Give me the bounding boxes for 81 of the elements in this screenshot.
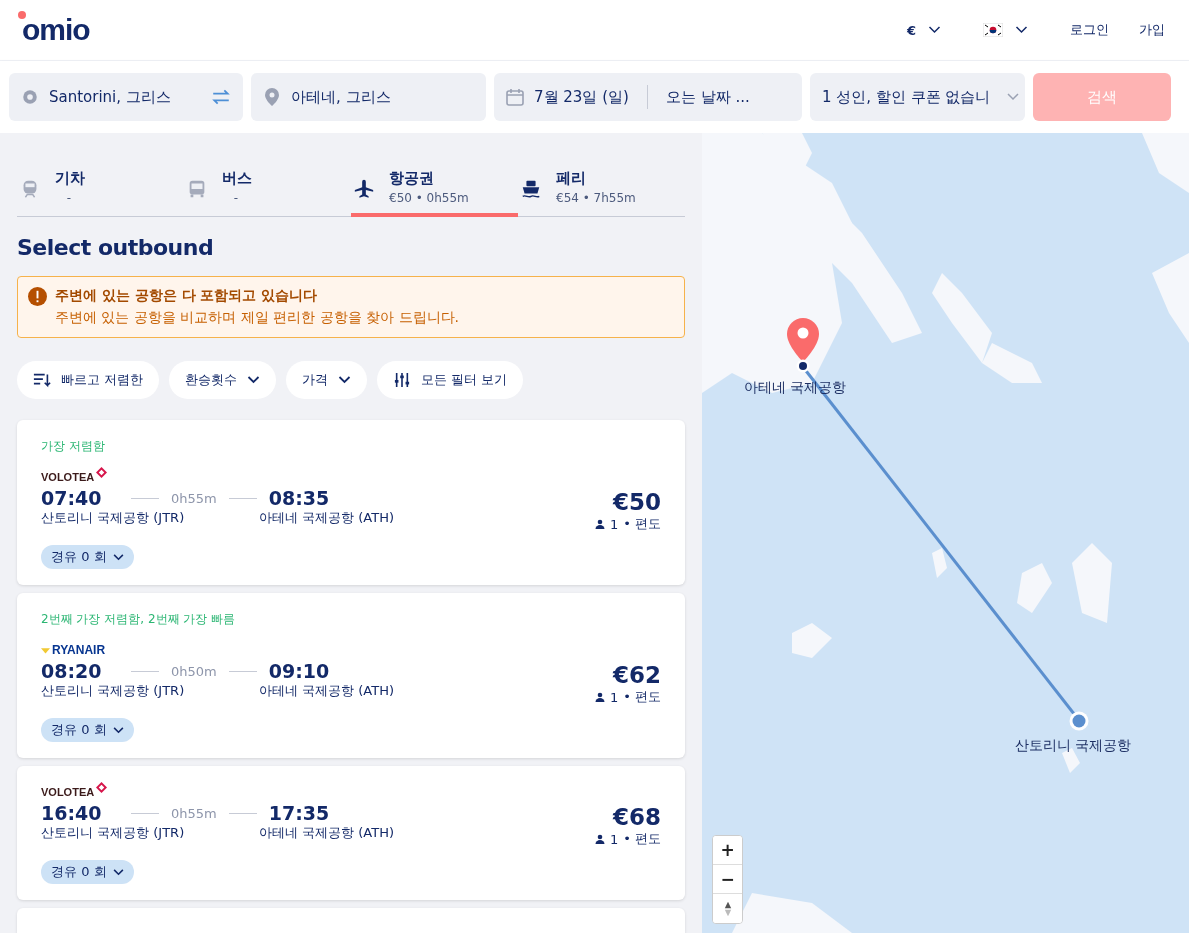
chevron-down-icon <box>1015 26 1028 34</box>
price: €50 <box>613 489 661 515</box>
passenger-count: 1 <box>609 831 619 847</box>
price: €62 <box>613 662 661 688</box>
warning-icon <box>28 287 47 306</box>
arrival-airport: 아테네 국제공항 (ATH) <box>259 824 395 842</box>
filter-button[interactable]: 가격 <box>286 361 368 399</box>
currency-selector[interactable]: € <box>906 22 941 38</box>
destination-field[interactable]: 아테네, 그리스 <box>251 73 486 121</box>
chevron-down-icon <box>247 376 261 384</box>
trip-type: • 편도 <box>623 688 661 706</box>
flight-duration: 0h50m <box>171 663 217 679</box>
stops-button[interactable]: 경유 0 회 <box>41 718 134 742</box>
airline-logo: RYANAIR <box>41 642 106 658</box>
flight-tag: 2번째 가장 저렴함, 2번째 가장 빠름 <box>41 611 236 628</box>
arrival-airport: 아테네 국제공항 (ATH) <box>259 509 395 527</box>
chevron-down-icon <box>112 868 124 876</box>
map-pin-icon <box>263 88 281 106</box>
departure-airport: 산토리니 국제공항 (JTR) <box>41 682 186 700</box>
passenger-count: 1 <box>609 516 619 532</box>
swap-icon[interactable] <box>211 88 231 106</box>
transport-tab[interactable]: 기차 - <box>17 167 184 217</box>
transport-tab[interactable]: 항공권 €50 • 0h55m <box>351 167 518 217</box>
flight-card[interactable]: 2번째 가장 저렴함, 2번째 가장 빠름 RYANAIR 08:20 0h50m 09:10 산토리니 국제공항 (JTR) 아테네 국제공항 (ATH) €62 1 • 편도 경유 0 회 <box>17 593 685 758</box>
filter-button[interactable]: 모든 필터 보기 <box>377 361 524 399</box>
transport-tab[interactable]: 페리 €54 • 7h55m <box>518 167 685 217</box>
trip-type: • 편도 <box>623 515 661 533</box>
airline-logo: VOLOTEA <box>41 784 108 800</box>
date-field[interactable]: 7월 23일 (일) 오는 날짜 ... <box>494 73 802 121</box>
arrival-time: 17:35 <box>268 802 331 824</box>
airline-logo: VOLOTEA <box>41 469 108 485</box>
notice-text: 주변에 있는 공항을 비교하며 제일 편리한 공항을 찾아 드립니다. <box>55 309 460 327</box>
chevron-down-icon <box>1007 93 1019 101</box>
location-dot-icon <box>21 88 39 106</box>
arrival-time: 09:10 <box>268 660 331 682</box>
calendar-icon <box>506 88 524 106</box>
trip-type: • 편도 <box>623 830 661 848</box>
airport-marker-icon <box>1069 711 1089 731</box>
origin-field[interactable]: Santorini, 그리스 <box>9 73 243 121</box>
departure-airport: 산토리니 국제공항 (JTR) <box>41 824 186 842</box>
header-link[interactable]: 로그인 <box>1070 21 1109 39</box>
flight-tag: 가장 저렴함 <box>41 438 105 455</box>
compass-icon <box>723 900 732 917</box>
passengers-field[interactable]: 1 성인, 할인 쿠폰 없습니 <box>810 73 1025 121</box>
sort-icon <box>33 372 51 388</box>
sliders-icon <box>393 372 412 388</box>
page-heading: Select outbound <box>17 235 215 260</box>
filter-button[interactable]: 빠르고 저렴한 <box>17 361 160 399</box>
map-pin-icon <box>787 318 819 362</box>
filter-button[interactable]: 환승횟수 <box>169 361 277 399</box>
chevron-down-icon <box>112 553 124 561</box>
flight-card[interactable]: 가장 저렴함 VOLOTEA 07:40 0h55m 08:35 산토리니 국제공항 (JTR) 아테네 국제공항 (ATH) €50 1 • 편도 경유 0 회 <box>17 420 685 585</box>
plane-icon <box>353 178 375 200</box>
departure-time: 08:20 <box>41 660 103 682</box>
header-link[interactable]: 가입 <box>1139 21 1165 39</box>
stops-button[interactable]: 경유 0 회 <box>41 860 134 884</box>
chevron-down-icon <box>338 376 352 384</box>
flight-duration: 0h55m <box>171 805 217 821</box>
price: €68 <box>613 804 661 830</box>
map-label: 산토리니 국제공항 <box>1015 737 1132 755</box>
passenger-count: 1 <box>609 689 619 705</box>
departure-time: 16:40 <box>41 802 103 824</box>
transport-tab[interactable]: 버스 - <box>184 167 351 217</box>
airport-marker-icon <box>796 359 810 373</box>
arrival-time: 08:35 <box>268 487 331 509</box>
zoom-in-button[interactable]: + <box>713 836 742 865</box>
chevron-down-icon <box>112 726 124 734</box>
chevron-down-icon <box>928 26 941 34</box>
ferry-icon <box>520 178 542 200</box>
departure-time: 07:40 <box>41 487 103 509</box>
person-icon <box>594 834 605 844</box>
stops-button[interactable]: 경유 0 회 <box>41 545 134 569</box>
person-icon <box>594 692 605 702</box>
arrival-airport: 아테네 국제공항 (ATH) <box>259 682 395 700</box>
flight-card[interactable]: VOLOTEA 16:40 0h55m 17:35 산토리니 국제공항 (JTR) 아테네 국제공항 (ATH) €68 1 • 편도 경유 0 회 <box>17 766 685 900</box>
language-selector[interactable] <box>983 23 1028 37</box>
notice-title: 주변에 있는 공항은 다 포함되고 있습니다 <box>55 287 319 305</box>
flag-icon <box>983 23 1003 37</box>
flight-duration: 0h55m <box>171 490 217 506</box>
person-icon <box>594 519 605 529</box>
departure-airport: 산토리니 국제공항 (JTR) <box>41 509 186 527</box>
